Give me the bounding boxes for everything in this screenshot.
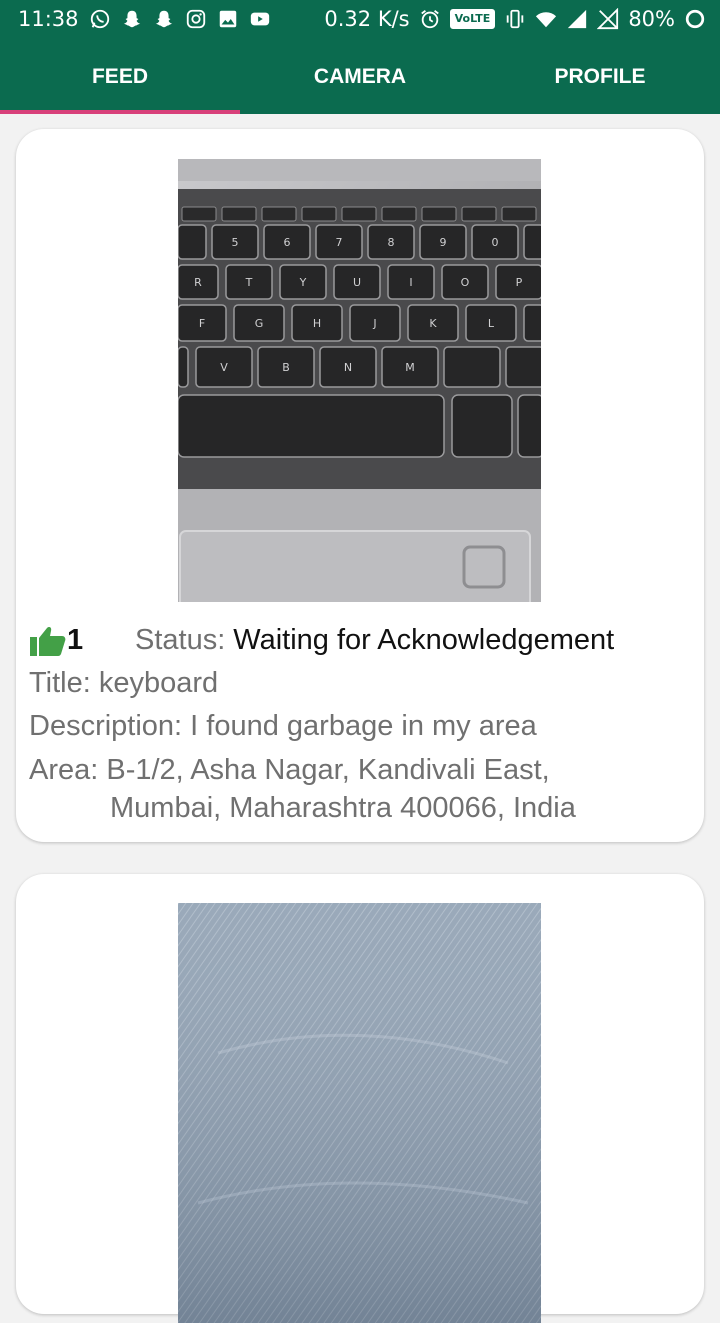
like-control[interactable]: 1 <box>29 624 135 657</box>
svg-text:V: V <box>220 361 228 374</box>
denim-fabric-photo[interactable] <box>178 903 541 1323</box>
post-description: Description: I found garbage in my area <box>29 710 537 742</box>
alarm-icon <box>420 10 439 29</box>
svg-text:0: 0 <box>492 236 499 249</box>
no-sim-icon <box>597 8 619 30</box>
svg-text:6: 6 <box>284 236 291 249</box>
svg-text:5: 5 <box>232 236 239 249</box>
clock: 11:38 <box>18 7 79 31</box>
svg-text:7: 7 <box>336 236 343 249</box>
post-area-line2: Mumbai, Maharashtra 400066, India <box>110 792 576 824</box>
tab-camera[interactable]: CAMERA <box>240 40 480 114</box>
svg-text:P: P <box>516 276 523 289</box>
svg-text:M: M <box>405 361 415 374</box>
keyboard-photo[interactable]: 5 6 7 8 9 0 R T Y U I O P F G H J K L V <box>178 159 541 602</box>
svg-text:J: J <box>372 317 376 330</box>
snapchat-icon <box>123 10 140 28</box>
svg-text:F: F <box>199 317 205 330</box>
svg-text:N: N <box>344 361 352 374</box>
volte-badge: VoLTE <box>449 9 496 29</box>
status-value: Waiting for Acknowledgement <box>233 624 615 656</box>
keyboard-photo-graphic: 5 6 7 8 9 0 R T Y U I O P F G H J K L V <box>178 159 541 602</box>
wifi-icon <box>536 12 557 28</box>
svg-text:B: B <box>282 361 290 374</box>
svg-text:L: L <box>488 317 495 330</box>
post-title: Title: keyboard <box>29 667 219 699</box>
gallery-icon <box>219 10 236 28</box>
svg-text:I: I <box>409 276 412 289</box>
instagram-icon <box>186 9 205 29</box>
post-status-row: 1 Status: Waiting for Acknowledgement <box>29 619 684 662</box>
tab-feed[interactable]: FEED <box>0 40 240 114</box>
vibrate-icon <box>507 9 524 29</box>
network-speed: 0.32 K/s <box>324 7 410 31</box>
post-area: Area: B-1/2, Asha Nagar, Kandivali East,… <box>29 751 684 827</box>
battery-ring-icon <box>685 9 705 29</box>
svg-text:H: H <box>313 317 321 330</box>
status-bar: 11:38 0.32 K/s VoLTE 80% <box>0 0 720 40</box>
post-info: 1 Status: Waiting for Acknowledgement Ti… <box>29 619 684 827</box>
post-area-line1: Area: B-1/2, Asha Nagar, Kandivali East, <box>29 754 550 786</box>
svg-text:T: T <box>245 276 253 289</box>
whatsapp-icon <box>90 9 109 29</box>
tab-profile[interactable]: PROFILE <box>480 40 720 114</box>
like-count: 1 <box>67 624 84 656</box>
feed-card[interactable]: 5 6 7 8 9 0 R T Y U I O P F G H J K L V <box>16 129 704 842</box>
svg-text:K: K <box>429 317 437 330</box>
svg-text:O: O <box>461 276 470 289</box>
battery-percent: 80% <box>628 7 675 31</box>
svg-text:U: U <box>353 276 361 289</box>
youtube-icon <box>250 12 269 26</box>
thumbs-up-icon[interactable] <box>29 625 67 657</box>
svg-text:G: G <box>255 317 264 330</box>
svg-text:R: R <box>194 276 202 289</box>
svg-text:Y: Y <box>299 276 307 289</box>
svg-text:9: 9 <box>440 236 447 249</box>
snapchat-icon <box>155 10 172 28</box>
status-bar-left: 11:38 <box>18 7 271 31</box>
svg-text:8: 8 <box>388 236 395 249</box>
signal-icon <box>568 9 587 29</box>
denim-fabric-graphic <box>178 903 541 1323</box>
status-label: Status: <box>135 624 226 656</box>
feed-card[interactable] <box>16 874 704 1323</box>
tab-bar: FEED CAMERA PROFILE <box>0 40 720 114</box>
status-bar-right: 0.32 K/s VoLTE 80% <box>324 7 706 31</box>
